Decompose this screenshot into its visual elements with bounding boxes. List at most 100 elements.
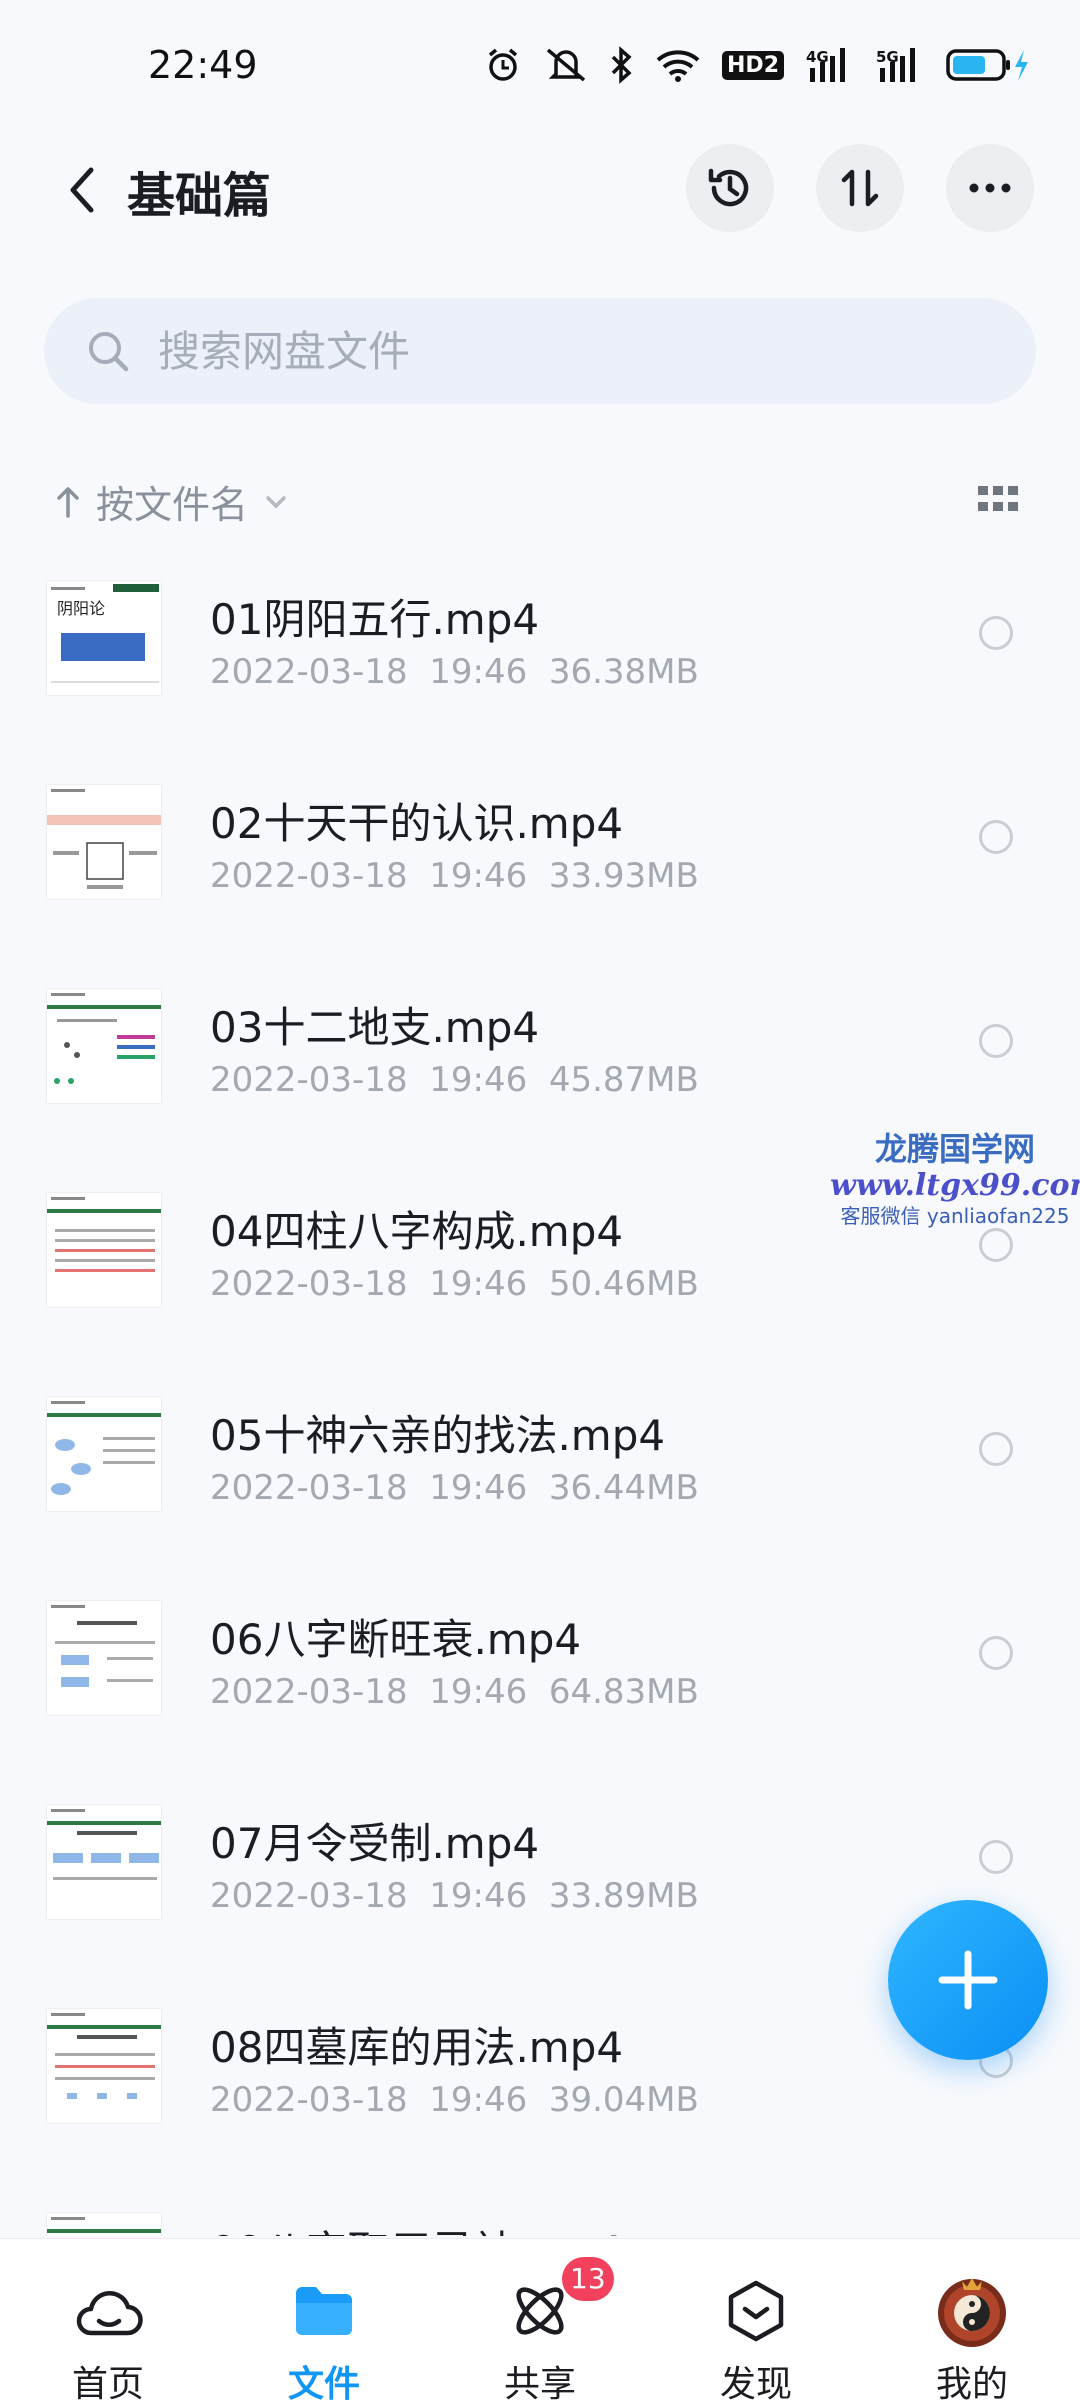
grid-view-icon[interactable] bbox=[976, 482, 1020, 522]
alarm-icon bbox=[488, 48, 518, 81]
watermark: 龙腾国学网 www.ltgx99.com 客服微信 yanliaofan225 bbox=[830, 1130, 1080, 1228]
file-size: 45.87MB bbox=[548, 1060, 699, 1100]
select-radio[interactable] bbox=[979, 1432, 1013, 1466]
file-time: 19:46 bbox=[429, 652, 528, 692]
file-time: 19:46 bbox=[429, 1060, 528, 1100]
search-bar[interactable] bbox=[44, 298, 1036, 404]
folder-icon bbox=[282, 2269, 366, 2353]
notification-badge: 13 bbox=[562, 2257, 614, 2301]
file-size: 50.46MB bbox=[548, 1264, 699, 1304]
file-row[interactable]: 05十神六亲的找法.mp4 2022-03-18 19:46 36.44MB bbox=[0, 1376, 1080, 1580]
file-time: 19:46 bbox=[429, 856, 528, 896]
svg-text:5G: 5G bbox=[876, 48, 899, 66]
file-time: 19:46 bbox=[429, 1876, 528, 1916]
video-thumbnail bbox=[46, 2008, 162, 2124]
cloud-home-icon bbox=[66, 2269, 150, 2353]
chevron-down-icon bbox=[266, 495, 286, 508]
back-button[interactable] bbox=[50, 158, 114, 222]
file-date: 2022-03-18 bbox=[210, 1264, 408, 1304]
select-radio[interactable] bbox=[979, 1840, 1013, 1874]
more-button[interactable] bbox=[946, 144, 1034, 232]
file-meta: 2022-03-18 19:46 64.83MB bbox=[210, 1672, 699, 1712]
status-time: 22:49 bbox=[148, 43, 258, 87]
avatar bbox=[930, 2269, 1014, 2353]
file-time: 19:46 bbox=[429, 1468, 528, 1508]
search-input[interactable] bbox=[158, 326, 958, 376]
tab-share[interactable]: 13 共享 bbox=[432, 2239, 648, 2400]
tab-label: 文件 bbox=[287, 2364, 360, 2400]
tab-home[interactable]: 首页 bbox=[0, 2239, 216, 2400]
transfer-arrows-icon bbox=[841, 169, 879, 207]
battery-charging-icon bbox=[946, 49, 1028, 81]
select-radio[interactable] bbox=[979, 1228, 1013, 1262]
video-thumbnail bbox=[46, 988, 162, 1104]
file-meta: 2022-03-18 19:46 50.46MB bbox=[210, 1264, 699, 1304]
tab-discover[interactable]: 发现 bbox=[648, 2239, 864, 2400]
file-row[interactable]: 09八字取用忌神.mp4 bbox=[0, 2192, 1080, 2236]
select-radio[interactable] bbox=[979, 616, 1013, 650]
sort-bar: 按文件名 bbox=[0, 460, 1080, 540]
video-thumbnail bbox=[46, 1804, 162, 1920]
file-date: 2022-03-18 bbox=[210, 652, 408, 692]
status-icons: HD2 4G 5G bbox=[484, 46, 1030, 84]
file-meta: 2022-03-18 19:46 36.44MB bbox=[210, 1468, 699, 1508]
file-meta: 2022-03-18 19:46 45.87MB bbox=[210, 1060, 699, 1100]
plus-icon bbox=[938, 1950, 998, 2010]
select-radio[interactable] bbox=[979, 1024, 1013, 1058]
more-dots-icon bbox=[969, 183, 1011, 193]
sort-toggle[interactable]: 按文件名 bbox=[56, 474, 288, 529]
file-name: 07月令受制.mp4 bbox=[210, 1819, 540, 1868]
file-size: 64.83MB bbox=[548, 1672, 699, 1712]
video-thumbnail bbox=[46, 1600, 162, 1716]
app-header: 基础篇 bbox=[0, 130, 1080, 250]
bottom-tab-bar: 首页 文件 13 共享 发现 我的 bbox=[0, 2238, 1080, 2400]
file-row[interactable]: 阴阳论 01阴阳五行.mp4 2022-03-18 19:46 36.38MB bbox=[0, 560, 1080, 764]
hd-voice-icon: HD2 bbox=[722, 50, 784, 80]
file-name: 05十神六亲的找法.mp4 bbox=[210, 1411, 666, 1460]
history-button[interactable] bbox=[686, 144, 774, 232]
select-radio[interactable] bbox=[979, 1636, 1013, 1670]
file-date: 2022-03-18 bbox=[210, 1876, 408, 1916]
file-date: 2022-03-18 bbox=[210, 1060, 408, 1100]
watermark-line2: www.ltgx99.com bbox=[830, 1168, 1080, 1204]
file-size: 33.89MB bbox=[548, 1876, 699, 1916]
signal-5g-icon: 5G bbox=[876, 48, 915, 82]
file-meta: 2022-03-18 19:46 33.93MB bbox=[210, 856, 699, 896]
file-row[interactable]: 06八字断旺衰.mp4 2022-03-18 19:46 64.83MB bbox=[0, 1580, 1080, 1784]
file-name: 04四柱八字构成.mp4 bbox=[210, 1207, 624, 1256]
select-radio[interactable] bbox=[979, 820, 1013, 854]
page-title: 基础篇 bbox=[127, 168, 272, 224]
file-meta: 2022-03-18 19:46 39.04MB bbox=[210, 2080, 699, 2120]
file-date: 2022-03-18 bbox=[210, 2080, 408, 2120]
file-meta: 2022-03-18 19:46 33.89MB bbox=[210, 1876, 699, 1916]
thumbnail-title: 阴阳论 bbox=[57, 599, 106, 618]
file-time: 19:46 bbox=[429, 1264, 528, 1304]
search-icon bbox=[89, 332, 129, 372]
file-size: 33.93MB bbox=[548, 856, 699, 896]
add-button[interactable] bbox=[888, 1900, 1048, 2060]
discover-cube-icon bbox=[714, 2269, 798, 2353]
arrow-up-icon bbox=[57, 486, 79, 518]
file-time: 19:46 bbox=[429, 1672, 528, 1712]
file-meta: 2022-03-18 19:46 36.38MB bbox=[210, 652, 699, 692]
video-thumbnail bbox=[46, 1396, 162, 1512]
file-name: 08四墓库的用法.mp4 bbox=[210, 2023, 624, 2072]
signal-4g-icon: 4G bbox=[806, 48, 845, 82]
file-name: 03十二地支.mp4 bbox=[210, 1003, 540, 1052]
history-icon bbox=[708, 168, 749, 207]
file-date: 2022-03-18 bbox=[210, 1672, 408, 1712]
file-date: 2022-03-18 bbox=[210, 1468, 408, 1508]
tab-profile[interactable]: 我的 bbox=[864, 2239, 1080, 2400]
transfer-button[interactable] bbox=[816, 144, 904, 232]
svg-text:4G: 4G bbox=[806, 48, 829, 66]
watermark-line3: 客服微信 yanliaofan225 bbox=[840, 1204, 1070, 1229]
file-row[interactable]: 02十天干的认识.mp4 2022-03-18 19:46 33.93MB bbox=[0, 764, 1080, 968]
chevron-left-icon bbox=[70, 167, 94, 213]
file-size: 36.44MB bbox=[548, 1468, 699, 1508]
file-name: 01阴阳五行.mp4 bbox=[210, 595, 540, 644]
video-thumbnail bbox=[46, 2212, 162, 2236]
bluetooth-icon bbox=[611, 46, 632, 84]
tab-files[interactable]: 文件 bbox=[216, 2239, 432, 2400]
file-time: 19:46 bbox=[429, 2080, 528, 2120]
watermark-line1: 龙腾国学网 bbox=[874, 1130, 1035, 1168]
